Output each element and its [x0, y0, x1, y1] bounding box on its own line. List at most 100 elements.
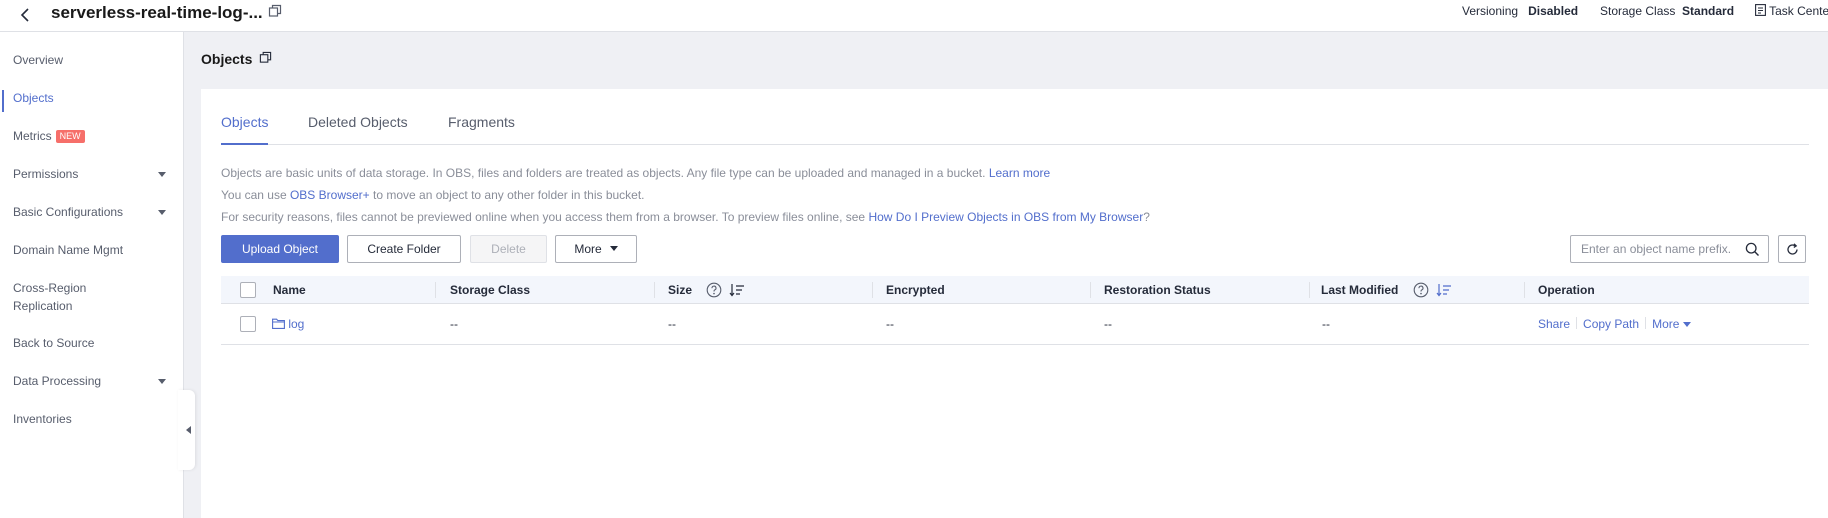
sort-icon[interactable] [729, 283, 745, 302]
row-checkbox[interactable] [240, 316, 256, 332]
task-list-icon [1755, 3, 1766, 19]
storage-class-cell: -- [450, 317, 458, 331]
column-divider [872, 282, 873, 298]
collapse-left-icon [186, 426, 191, 434]
storage-class-value: Standard [1682, 4, 1735, 18]
top-bar: serverless-real-time-log-... Versioning … [0, 0, 1828, 32]
delete-button[interactable]: Delete [470, 235, 547, 263]
versioning-status: Versioning Disabled [1462, 3, 1578, 19]
sidebar-item-objects[interactable]: Objects [13, 90, 54, 106]
info-line-2: You can use OBS Browser+ to move an obje… [221, 187, 645, 203]
column-name: Name [273, 283, 306, 297]
sidebar-collapse-handle[interactable] [178, 390, 195, 470]
tab-label: Objects [221, 114, 269, 130]
sidebar-item-permissions[interactable]: Permissions [13, 166, 78, 182]
learn-more-link[interactable]: Learn more [989, 166, 1050, 180]
info-text: ? [1143, 210, 1150, 224]
storage-class-label: Storage Class [1600, 4, 1676, 18]
refresh-button[interactable] [1778, 235, 1806, 263]
active-indicator [2, 90, 4, 112]
column-divider [1309, 282, 1310, 298]
chevron-down-icon [609, 246, 618, 251]
sidebar-item-basic-configurations[interactable]: Basic Configurations [13, 204, 123, 220]
back-arrow-icon[interactable] [18, 4, 34, 26]
column-operation: Operation [1538, 283, 1595, 297]
search-icon[interactable] [1745, 242, 1760, 262]
new-badge: NEW [55, 130, 85, 143]
search-input[interactable] [1581, 241, 1741, 257]
bucket-name: serverless-real-time-log-... [51, 3, 263, 22]
sidebar-item-data-processing[interactable]: Data Processing [13, 373, 101, 389]
info-line-3: For security reasons, files cannot be pr… [221, 209, 1150, 225]
tab-fragments[interactable]: Fragments [448, 113, 515, 131]
more-label: More [1652, 317, 1680, 331]
help-icon[interactable] [1413, 282, 1429, 303]
sidebar-item-label: Metrics [13, 129, 52, 143]
copy-icon[interactable] [268, 4, 282, 23]
more-label: More [574, 242, 602, 256]
sidebar-item-replication[interactable]: Replication [13, 298, 72, 314]
copy-icon[interactable] [259, 51, 272, 69]
sidebar-item-domain-name-mgmt[interactable]: Domain Name Mgmt [13, 242, 123, 258]
upload-object-button[interactable]: Upload Object [221, 235, 339, 263]
sidebar-item-inventories[interactable]: Inventories [13, 411, 72, 427]
column-divider [654, 282, 655, 298]
share-link[interactable]: Share [1538, 317, 1570, 331]
refresh-icon [1787, 243, 1798, 255]
storage-class-status: Storage Class Standard [1600, 3, 1734, 19]
page-title: Objects [201, 51, 253, 67]
create-folder-button[interactable]: Create Folder [347, 235, 461, 263]
op-divider [1576, 317, 1578, 329]
sidebar-item-overview[interactable]: Overview [13, 52, 63, 68]
column-restoration-status: Restoration Status [1104, 283, 1211, 297]
object-name-cell[interactable]: log [272, 304, 304, 345]
tab-deleted-objects[interactable]: Deleted Objects [308, 113, 408, 131]
size-cell: -- [668, 317, 676, 331]
column-size: Size [668, 276, 692, 304]
operation-cell: Share Copy Path More [1538, 304, 1691, 345]
active-tab-underline [221, 143, 268, 145]
restoration-status-cell: -- [1104, 317, 1112, 331]
versioning-value: Disabled [1528, 4, 1579, 18]
more-dropdown-button[interactable]: More [555, 235, 637, 263]
obs-browser-link[interactable]: OBS Browser+ [290, 188, 370, 202]
more-ops-link[interactable]: More [1652, 317, 1691, 331]
info-text: to move an object to any other folder in… [373, 188, 645, 202]
preview-help-link[interactable]: How Do I Preview Objects in OBS from My … [868, 210, 1143, 224]
column-storage-class: Storage Class [450, 283, 531, 297]
sidebar-item-back-to-source[interactable]: Back to Source [13, 335, 94, 351]
sidebar-item-metrics[interactable]: Metrics NEW [13, 128, 85, 144]
chevron-down-icon [1682, 322, 1691, 327]
select-all-checkbox[interactable] [240, 282, 256, 298]
info-line-1: Objects are basic units of data storage.… [221, 165, 1050, 181]
op-divider [1645, 317, 1647, 329]
column-label: Size [668, 283, 693, 297]
task-center-link[interactable]: Task Cente [1755, 3, 1828, 19]
sort-descending-icon[interactable] [1436, 283, 1452, 302]
task-center-label: Task Cente [1769, 4, 1828, 18]
folder-icon [272, 304, 285, 345]
table-row: log -- -- -- -- -- Share Copy Path More [221, 304, 1809, 345]
chevron-down-icon[interactable] [158, 210, 166, 215]
copy-path-link[interactable]: Copy Path [1583, 317, 1639, 331]
chevron-down-icon[interactable] [158, 172, 166, 177]
chevron-down-icon[interactable] [158, 379, 166, 384]
table-header: Name Storage Class Size Encrypted Restor… [221, 276, 1809, 304]
info-text: For security reasons, files cannot be pr… [221, 210, 866, 224]
sidebar-item-cross-region[interactable]: Cross-Region [13, 280, 86, 296]
folder-link[interactable]: log [288, 317, 304, 331]
help-icon[interactable] [706, 282, 722, 303]
object-search-box[interactable] [1570, 235, 1769, 263]
last-modified-cell: -- [1322, 317, 1330, 331]
info-text: You can use [221, 188, 287, 202]
encrypted-cell: -- [886, 317, 894, 331]
column-divider [1090, 282, 1091, 298]
info-text: Objects are basic units of data storage.… [221, 166, 986, 180]
tab-objects[interactable]: Objects [221, 113, 268, 131]
column-divider [1524, 282, 1525, 298]
column-divider [435, 282, 436, 298]
column-last-modified: Last Modified [1321, 283, 1399, 297]
versioning-label: Versioning [1462, 4, 1519, 18]
column-encrypted: Encrypted [886, 283, 945, 297]
tab-bar: Objects Deleted Objects Fragments [221, 113, 1809, 145]
